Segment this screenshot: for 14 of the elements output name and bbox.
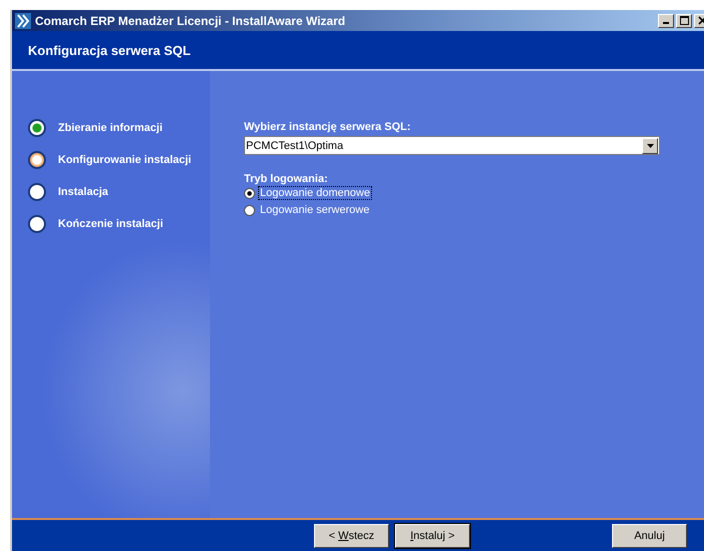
field-label: Wybierz instancję serwera SQL:: [244, 121, 411, 133]
cancel-button[interactable]: Anuluj: [612, 524, 687, 548]
instance-dropdown[interactable]: PCMCTest1\Optima: [244, 136, 660, 155]
window-title: Comarch ERP Menadżer Licencji - InstallAware Wizard: [35, 14, 346, 28]
step-label: Zbieranie informacji: [58, 122, 163, 134]
back-button[interactable]: < Wstecz: [314, 524, 389, 548]
option-label[interactable]: Logowanie domenowe: [258, 186, 372, 200]
step-label: Instalacja: [58, 186, 108, 198]
step-label: Kończenie instalacji: [58, 218, 164, 230]
option-label[interactable]: Logowanie serwerowe: [258, 203, 372, 217]
step-label: Konfigurowanie instalacji: [58, 154, 192, 166]
page-title: Konfiguracja serwera SQL: [28, 42, 191, 58]
field-label: Tryb logowania:: [244, 173, 328, 185]
install-button[interactable]: Instaluj >: [395, 524, 470, 548]
